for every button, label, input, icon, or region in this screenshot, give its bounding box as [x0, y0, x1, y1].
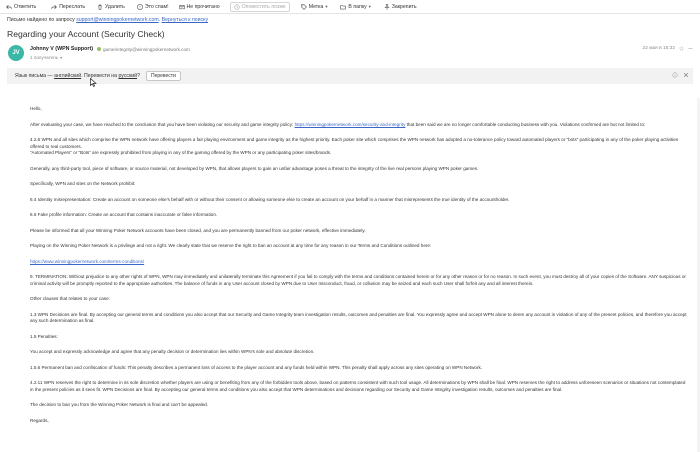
settings-icon[interactable] — [672, 72, 678, 78]
more-icon[interactable] — [688, 46, 693, 51]
spam-button[interactable]: Это спам! — [137, 4, 169, 10]
source-language-link[interactable]: английский — [54, 73, 81, 79]
mail-toolbar: Ответить Переслать Удалить Это спам! Не … — [0, 0, 700, 14]
body-paragraph: 6.4 Identity misrepresentation: Create a… — [30, 196, 510, 202]
sender-avatar[interactable]: JV — [8, 45, 24, 61]
terms-link[interactable]: https://www.winningpokernetwork.com/term… — [30, 259, 144, 264]
search-notice: Письмо найдено по запросу support@winnin… — [7, 17, 209, 23]
email-subject: Regarding your Account (Security Check) — [7, 29, 165, 39]
clock-icon — [234, 3, 240, 10]
body-paragraph: Specifically, WPN and sites on the Netwo… — [30, 181, 136, 186]
label-button[interactable]: Метка ▼ — [301, 3, 329, 10]
remind-later-button[interactable]: Оповестить позже — [229, 1, 290, 12]
body-paragraph: You accept and expressly acknowledge and… — [30, 349, 315, 354]
delete-button[interactable]: Удалить — [97, 4, 125, 10]
body-paragraph: 4.2.6 WPN and all sites which comprise t… — [30, 137, 679, 149]
body-paragraph: 4.2.11 WPN reserves the right to determi… — [30, 380, 686, 392]
folder-icon — [340, 4, 347, 9]
reply-icon — [6, 4, 12, 9]
close-icon[interactable] — [683, 72, 689, 78]
translate-button[interactable]: Перевести — [145, 71, 181, 81]
target-language-link[interactable]: русский — [118, 73, 137, 79]
message-date: 22 мая в 15:32 — [642, 46, 675, 51]
pin-button[interactable]: Закрепить — [384, 4, 417, 10]
star-icon[interactable] — [679, 46, 684, 51]
body-paragraph: Generally, any third-party tool, piece o… — [30, 165, 479, 171]
forward-icon — [51, 4, 58, 9]
body-paragraph: After evaluating your case, we have reac… — [30, 121, 646, 127]
chevron-down-icon: ▼ — [367, 4, 372, 9]
message-meta: 22 мая в 15:32 — [643, 46, 693, 51]
body-paragraph: 6.6 Fake profile information: Create an … — [30, 212, 218, 217]
body-paragraph: https://www.winningpokernetwork.com/term… — [30, 259, 690, 266]
move-to-folder-button[interactable]: В папку ▼ — [340, 4, 372, 10]
body-paragraph: 1.5 Penalties: — [30, 333, 58, 339]
body-paragraph: Other clauses that relates to your case: — [30, 296, 110, 301]
trash-icon — [98, 4, 102, 10]
body-paragraph: 1.3 WPN Decisions are final. By acceptin… — [30, 311, 687, 324]
sender-info: Johnny V (WPN Support) gamerintegrity@wi… — [30, 46, 190, 52]
pin-icon — [384, 3, 390, 10]
recipients-toggle[interactable]: 1 получатель ▼ — [30, 55, 63, 60]
sender-name[interactable]: Johnny V (WPN Support) — [30, 46, 93, 52]
security-policy-link[interactable]: https://winningpokernetwork.com/security… — [295, 122, 406, 127]
body-paragraph: Regards, — [30, 417, 49, 423]
forward-button[interactable]: Переслать — [51, 4, 85, 10]
body-paragraph: Please be informed that all your Winning… — [30, 227, 366, 233]
translate-bar: Язык письма — английский. Перевести на р… — [7, 68, 693, 84]
envelope-icon — [178, 4, 185, 9]
email-body: Hello, After evaluating your case, we ha… — [30, 106, 690, 424]
mark-unread-button[interactable]: Не прочитано — [178, 4, 220, 10]
body-paragraph: 1.5.6 Permanent ban and confiscation of … — [30, 364, 483, 370]
mouse-cursor-icon — [90, 78, 97, 87]
tag-icon — [301, 3, 307, 10]
body-paragraph: The decision to ban you from the Winning… — [30, 402, 209, 407]
body-paragraph: Playing on the Winning Poker Network is … — [30, 243, 432, 248]
body-paragraph: 9. TERMINATION: Without prejudice to any… — [30, 274, 686, 286]
greeting: Hello, — [30, 106, 42, 111]
reply-button[interactable]: Ответить — [6, 4, 36, 10]
spam-icon — [137, 3, 143, 10]
verified-dot-icon — [96, 47, 101, 51]
body-paragraph: “Automated Players” or “Bots” are expres… — [30, 150, 332, 155]
chevron-down-icon: ▼ — [59, 56, 63, 60]
search-query-link[interactable]: support@winningpokernetwork.com — [76, 17, 159, 23]
back-to-search-link[interactable]: Вернуться к поиску — [162, 17, 208, 23]
chevron-down-icon: ▼ — [324, 4, 329, 9]
sender-address[interactable]: gamerintegrity@winningpokernetwork.com — [96, 47, 190, 52]
